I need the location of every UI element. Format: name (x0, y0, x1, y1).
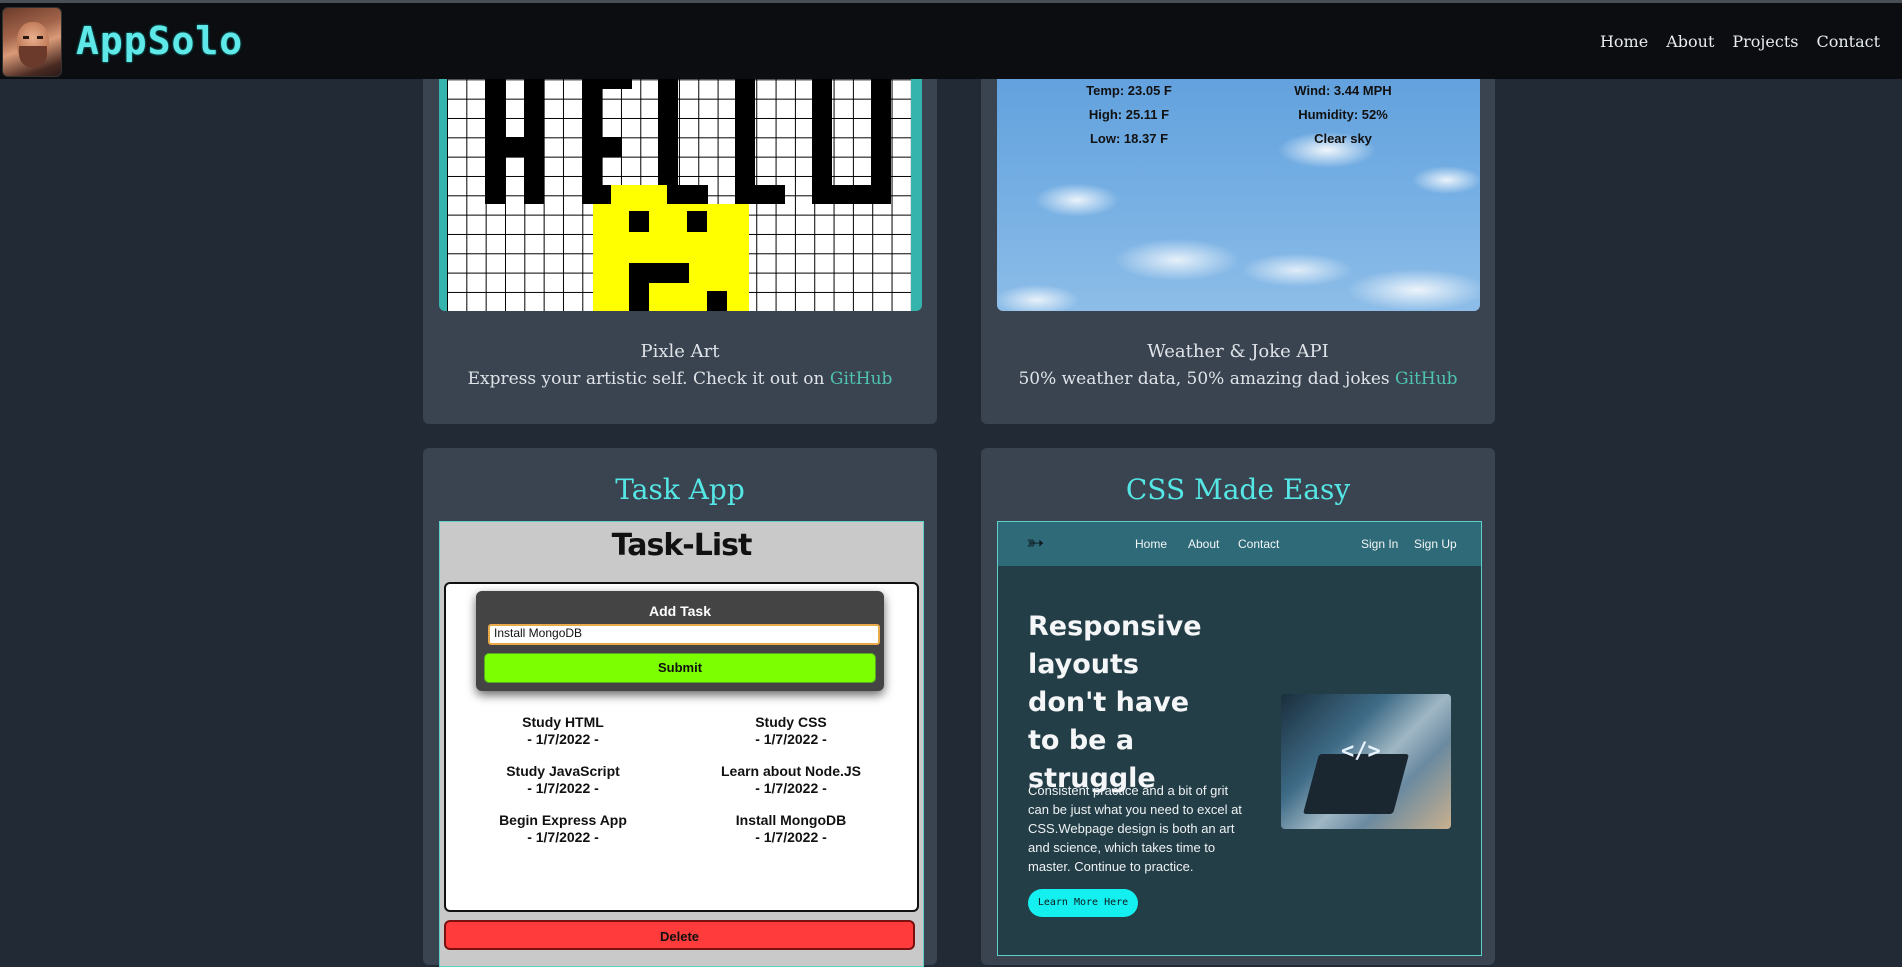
project-description-text: Express your artistic self. Check it out… (467, 369, 830, 389)
css-nav-sign-in: Sign In (1361, 537, 1399, 551)
pixel-smiley-mouth (649, 263, 689, 283)
weather-temp: Temp: 23.05 F (1086, 83, 1172, 98)
task-item[interactable]: Study HTML - 1/7/2022 - (463, 714, 663, 748)
weather-wind: Wind: 3.44 MPH (1294, 83, 1392, 98)
pixel-letter-o (812, 185, 891, 204)
task-name: Begin Express App (499, 812, 627, 828)
pixel-letter-l (735, 185, 785, 204)
css-nav-home: Home (1135, 537, 1168, 551)
project-title: Task App (615, 473, 745, 506)
pixel-smiley-eye (629, 211, 649, 232)
nav-contact[interactable]: Contact (1816, 32, 1880, 51)
submit-button[interactable]: Submit (484, 653, 876, 683)
pixel-art-screenshot[interactable] (439, 60, 922, 311)
main-nav: Home About Projects Contact (1600, 32, 1880, 51)
pixel-letter-e (582, 79, 632, 89)
css-nav-sign-up: Sign Up (1414, 537, 1457, 551)
add-task-form: Add Task Install MongoDB Submit (476, 591, 884, 691)
css-hero-heading: Responsive layouts don't have to be a st… (1028, 611, 1202, 794)
task-date: - 1/7/2022 - (527, 829, 599, 845)
task-item[interactable]: Study CSS - 1/7/2022 - (691, 714, 891, 748)
weather-low: Low: 18.37 F (1089, 131, 1169, 146)
task-item[interactable]: Install MongoDB - 1/7/2022 - (691, 812, 891, 846)
css-hero-body: Consistent practice and a bit of grit ca… (1028, 783, 1242, 874)
project-title: Weather & Joke API (1147, 341, 1329, 362)
pixel-smiley-mouth (707, 291, 727, 311)
github-link[interactable]: GitHub (1395, 369, 1458, 389)
task-date: - 1/7/2022 - (755, 731, 827, 747)
weather-humidity: Humidity: 52% (1298, 107, 1388, 122)
css-site-screenshot[interactable]: ➳ Home About Contact Sign In Sign Up Res… (997, 521, 1482, 956)
task-date: - 1/7/2022 - (527, 731, 599, 747)
task-date: - 1/7/2022 - (755, 780, 827, 796)
task-list-title: Task-List (611, 528, 753, 563)
css-nav-about: About (1188, 537, 1220, 551)
nav-about[interactable]: About (1666, 32, 1714, 51)
task-item[interactable]: Study JavaScript - 1/7/2022 - (463, 763, 663, 797)
task-name: Learn about Node.JS (720, 763, 862, 779)
project-description: 50% weather data, 50% amazing dad jokes … (981, 369, 1495, 389)
brand-logo[interactable]: AppSolo (76, 19, 243, 63)
pixel-letter-e (582, 137, 622, 157)
nav-home[interactable]: Home (1600, 32, 1648, 51)
weather-high: High: 25.11 F (1088, 107, 1170, 122)
task-item[interactable]: Begin Express App - 1/7/2022 - (463, 812, 663, 846)
learn-more-button: Learn More Here (1028, 889, 1138, 917)
task-item[interactable]: Learn about Node.JS - 1/7/2022 - (691, 763, 891, 797)
delete-button[interactable]: Delete (444, 920, 915, 950)
css-site-nav: ➳ Home About Contact Sign In Sign Up (998, 522, 1481, 566)
site-header: AppSolo Home About Projects Contact (0, 3, 1902, 79)
github-link[interactable]: GitHub (830, 369, 893, 389)
task-name: Install MongoDB (735, 812, 847, 828)
avatar-eye (37, 36, 43, 39)
laptop-code-image: </> (1281, 694, 1451, 829)
project-description-text: 50% weather data, 50% amazing dad jokes (1018, 369, 1396, 389)
nav-projects[interactable]: Projects (1732, 32, 1798, 51)
project-description: Express your artistic self. Check it out… (423, 369, 937, 389)
css-nav-contact: Contact (1238, 537, 1280, 551)
task-input[interactable]: Install MongoDB (488, 624, 880, 645)
avatar[interactable] (2, 7, 62, 77)
project-title: CSS Made Easy (1125, 473, 1351, 506)
pixel-smiley-mouth (629, 263, 649, 311)
task-app-screenshot[interactable]: Task-List Add Task Install MongoDB Submi… (439, 521, 924, 967)
task-date: - 1/7/2022 - (527, 780, 599, 796)
task-name: Study CSS (755, 714, 827, 730)
code-tag-icon: </> (1341, 739, 1381, 764)
pixel-smiley-eye (687, 211, 707, 232)
weather-sky: Clear sky (1314, 131, 1372, 146)
task-date: - 1/7/2022 - (755, 829, 827, 845)
add-task-title: Add Task (649, 603, 711, 619)
task-name: Study HTML (522, 714, 604, 730)
bow-arrow-icon: ➳ (1026, 531, 1045, 556)
project-title: Pixle Art (640, 341, 720, 362)
task-list-panel: Add Task Install MongoDB Submit Study HT… (444, 582, 919, 912)
pixel-letter-h (485, 137, 544, 157)
avatar-eye (23, 36, 29, 39)
task-name: Study JavaScript (506, 763, 620, 779)
avatar-beard (19, 46, 47, 68)
weather-app-screenshot[interactable]: Temp: 23.05 F High: 25.11 F Low: 18.37 F… (997, 60, 1480, 311)
